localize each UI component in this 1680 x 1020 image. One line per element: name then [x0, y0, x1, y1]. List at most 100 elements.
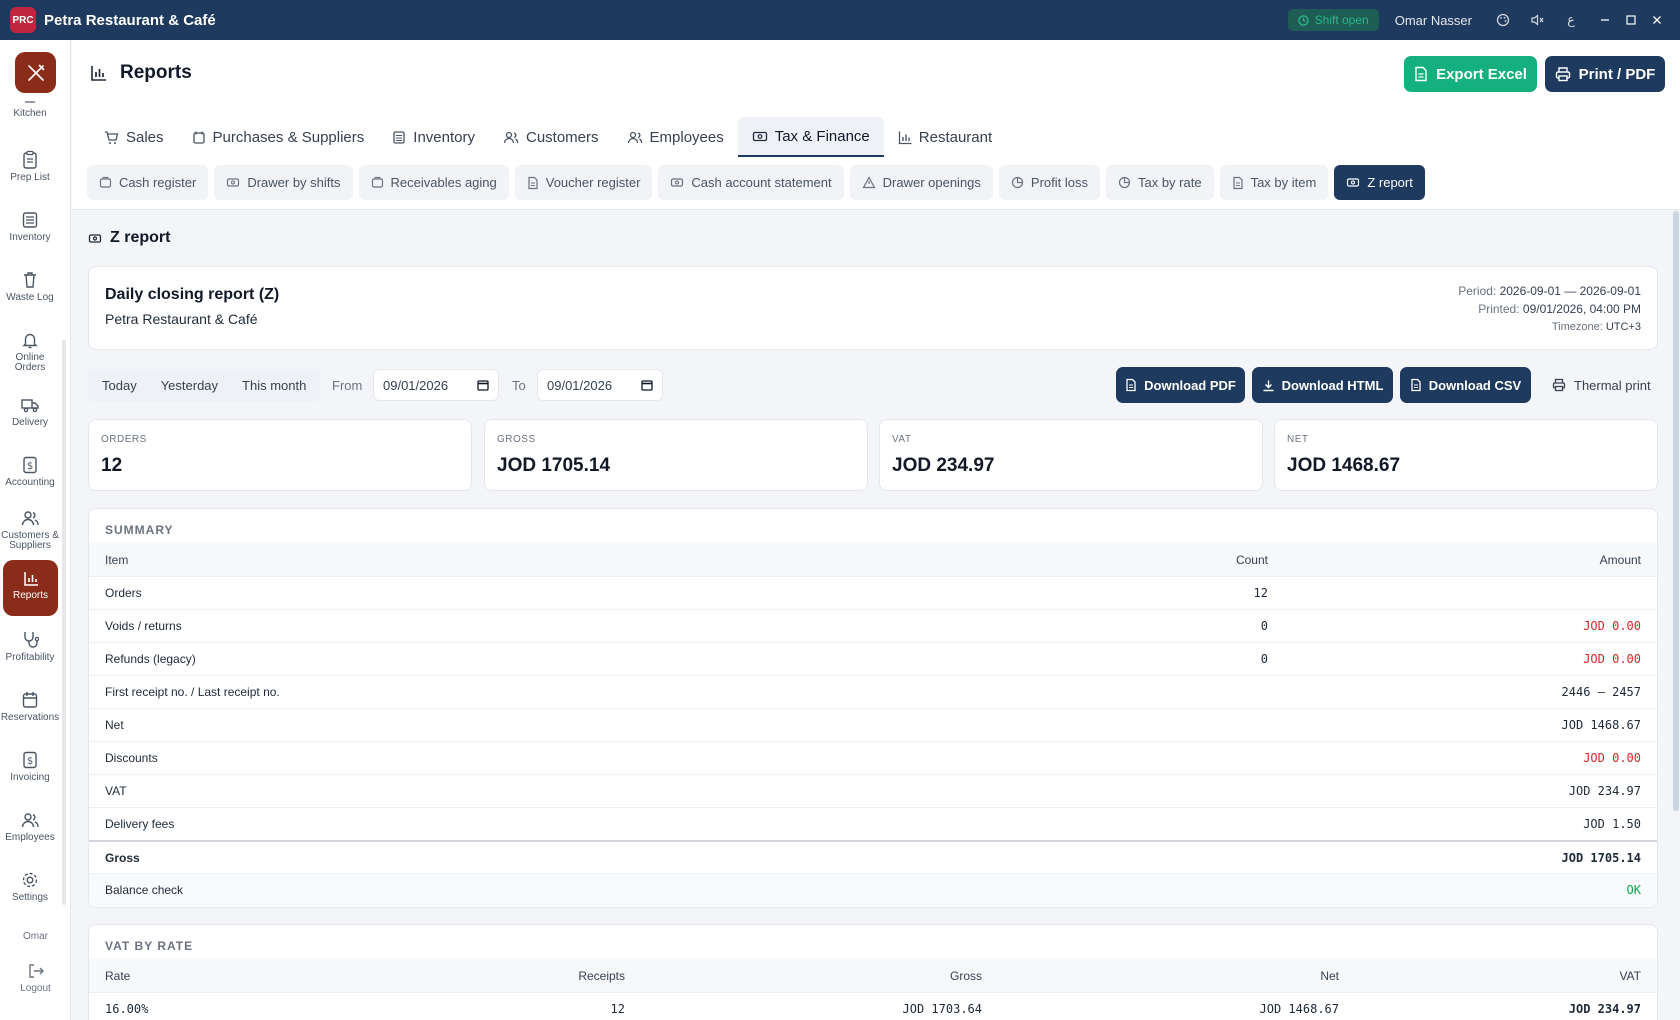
brand-tile[interactable]	[15, 52, 56, 93]
tab-inventory[interactable]: Inventory	[378, 117, 489, 157]
subtab-label: Tax by rate	[1137, 175, 1202, 190]
sidebar-item-online-orders[interactable]: Online Orders	[0, 330, 60, 373]
section-title: Z report	[88, 229, 170, 247]
pie-icon	[1118, 176, 1131, 189]
stethoscope-icon	[24, 632, 39, 648]
kpi-value: JOD 1468.67	[1287, 455, 1401, 476]
table-row: Orders 12	[89, 576, 1657, 609]
logout-button[interactable]: Logout	[0, 962, 71, 994]
sidebar-item-label: Settings	[11, 892, 49, 903]
tab-restaurant[interactable]: Restaurant	[884, 117, 1006, 157]
kpi-label: NET	[1287, 434, 1309, 445]
kpi-gross: GROSS JOD 1705.14	[484, 419, 868, 491]
mute-icon[interactable]	[1524, 13, 1550, 27]
range-today-button[interactable]: Today	[90, 378, 149, 393]
from-date-input[interactable]: 09/01/2026	[373, 369, 499, 401]
sidebar-item-customers-suppliers[interactable]: Customers & Suppliers	[0, 508, 60, 551]
calendar-icon[interactable]	[477, 379, 489, 391]
subtab-label: Drawer openings	[882, 175, 981, 190]
sidebar-item-kitchen[interactable]: Kitchen	[0, 100, 60, 119]
subtab-drawer-openings[interactable]: Drawer openings	[849, 165, 993, 200]
language-toggle[interactable]: ع	[1558, 12, 1584, 28]
sidebar-item-prep-list[interactable]: Prep List	[0, 150, 60, 183]
sidebar-footer-user: Omar	[23, 931, 48, 942]
print-pdf-button[interactable]: Print / PDF	[1545, 56, 1665, 92]
sidebar: Kitchen Prep List Inventory Waste Log On…	[0, 40, 71, 1020]
cell-item: Gross	[105, 850, 140, 865]
document-icon	[528, 176, 538, 189]
cell-amount: JOD 0.00	[1583, 619, 1641, 633]
to-label: To	[512, 378, 526, 393]
cell-item: Voids / returns	[105, 619, 182, 633]
sidebar-item-label: Reports	[12, 590, 48, 601]
range-yesterday-button[interactable]: Yesterday	[149, 378, 230, 393]
users-icon	[21, 511, 39, 526]
to-date-input[interactable]: 09/01/2026	[537, 369, 663, 401]
sidebar-item-settings[interactable]: Settings	[0, 870, 60, 903]
thermal-print-button[interactable]: Thermal print	[1552, 367, 1651, 403]
scrollbar-thumb[interactable]	[1673, 211, 1679, 811]
download-pdf-button[interactable]: Download PDF	[1116, 367, 1245, 403]
subtab-tax-by-item[interactable]: Tax by item	[1219, 165, 1329, 200]
minimize-icon[interactable]	[1592, 14, 1618, 26]
sidebar-item-profitability[interactable]: Profitability	[0, 630, 60, 663]
subtab-tax-by-rate[interactable]: Tax by rate	[1105, 165, 1214, 200]
document-icon	[1232, 176, 1243, 189]
business-name: Petra Restaurant & Café	[105, 311, 258, 327]
kitchen-icon	[25, 101, 35, 103]
cell-amount: OK	[1626, 883, 1641, 897]
tab-purchases-suppliers[interactable]: Purchases & Suppliers	[178, 117, 379, 157]
kpi-value: 12	[101, 455, 123, 476]
svg-text:$: $	[27, 461, 33, 472]
subtab-voucher-register[interactable]: Voucher register	[514, 165, 653, 200]
sidebar-item-reports[interactable]: Reports	[3, 560, 58, 616]
kpi-vat: VAT JOD 234.97	[879, 419, 1263, 491]
sidebar-item-delivery[interactable]: Delivery	[0, 395, 60, 428]
subtab-drawer-by-shifts[interactable]: Drawer by shifts	[214, 165, 353, 200]
subtab-z-report[interactable]: Z report	[1334, 165, 1425, 200]
table-row: Discounts JOD 0.00	[89, 741, 1657, 774]
sidebar-item-label: Inventory	[9, 232, 51, 243]
vat-by-rate-table-card: VAT BY RATE Rate Receipts Gross Net VAT …	[88, 924, 1658, 1020]
chart-icon	[23, 572, 38, 586]
page-title: Reports	[90, 62, 192, 84]
summary-header-row: Item Count Amount	[89, 543, 1657, 576]
export-excel-button[interactable]: Export Excel	[1404, 56, 1537, 92]
trash-icon	[24, 272, 36, 288]
range-this-month-button[interactable]: This month	[230, 378, 318, 393]
tab-customers[interactable]: Customers	[489, 117, 613, 157]
sidebar-item-accounting[interactable]: $ Accounting	[0, 455, 60, 488]
sidebar-item-inventory[interactable]: Inventory	[0, 210, 60, 243]
subtab-receivables-aging[interactable]: Receivables aging	[358, 165, 509, 200]
subtab-cash-account-statement[interactable]: Cash account statement	[658, 165, 844, 200]
subtab-cash-register[interactable]: Cash register	[87, 165, 209, 200]
tab-sales[interactable]: Sales	[90, 117, 178, 157]
sidebar-item-label: Online Orders	[14, 352, 46, 373]
table-row: Refunds (legacy) 0 JOD 0.00	[89, 642, 1657, 675]
shift-status-badge[interactable]: Shift open	[1287, 9, 1379, 31]
sub-tabs: Cash register Drawer by shifts Receivabl…	[87, 165, 1425, 200]
sidebar-item-waste-log[interactable]: Waste Log	[0, 270, 60, 303]
kpi-label: ORDERS	[101, 434, 147, 445]
calendar-icon[interactable]	[641, 379, 653, 391]
main-scrollbar[interactable]	[1670, 211, 1680, 1020]
sidebar-item-invoicing[interactable]: $ Invoicing	[0, 750, 60, 783]
sidebar-scrollbar[interactable]	[62, 340, 66, 905]
maximize-icon[interactable]	[1618, 14, 1644, 26]
close-icon[interactable]	[1644, 14, 1670, 26]
sidebar-item-reservations[interactable]: Reservations	[0, 690, 60, 723]
palette-icon[interactable]	[1490, 13, 1516, 27]
user-name[interactable]: Omar Nasser	[1395, 13, 1472, 28]
thermal-print-label: Thermal print	[1574, 377, 1651, 393]
table-row: Delivery fees JOD 1.50	[89, 807, 1657, 840]
col-header-amount: Amount	[1599, 552, 1641, 567]
sidebar-item-employees[interactable]: Employees	[0, 810, 60, 843]
download-html-button[interactable]: Download HTML	[1252, 367, 1393, 403]
subtab-profit-loss[interactable]: Profit loss	[998, 165, 1100, 200]
tab-tax-finance[interactable]: Tax & Finance	[737, 117, 884, 157]
download-csv-button[interactable]: Download CSV	[1400, 367, 1531, 403]
kpi-label: VAT	[892, 434, 912, 445]
cell-amount: JOD 1.50	[1583, 817, 1641, 831]
register-icon	[371, 176, 383, 188]
tab-employees[interactable]: Employees	[613, 117, 738, 157]
